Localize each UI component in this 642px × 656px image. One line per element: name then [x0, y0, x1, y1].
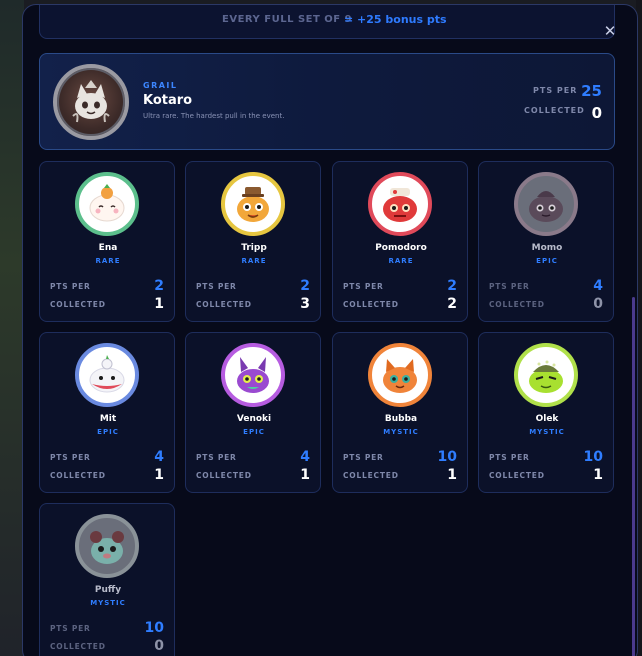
tripp-creature-icon — [237, 187, 269, 222]
card-tier: MYSTIC — [529, 428, 565, 436]
grail-pts-label: PTS PER — [533, 86, 578, 95]
grail-pts-value: 25 — [581, 82, 602, 100]
pts-per-label: PTS PER — [50, 624, 91, 633]
olek-avatar — [514, 343, 578, 407]
momo-avatar — [514, 172, 578, 236]
card-name: Ena — [98, 243, 118, 253]
grail-card[interactable]: GRAIL Kotaro Ultra rare. The hardest pul… — [39, 53, 615, 150]
pts-per-label: PTS PER — [196, 282, 237, 291]
card-bubba[interactable]: Bubba MYSTIC PTS PER COLLECTED 10 1 — [332, 332, 468, 493]
card-tripp[interactable]: Tripp RARE PTS PER COLLECTED 2 3 — [185, 161, 321, 322]
card-tier: RARE — [95, 257, 121, 265]
card-tier: EPIC — [97, 428, 119, 436]
grail-description: Ultra rare. The hardest pull in the even… — [143, 112, 285, 120]
collected-value: 2 — [447, 296, 457, 312]
card-name: Venoki — [236, 414, 272, 424]
pts-per-value: 4 — [154, 449, 164, 465]
pts-per-value: 2 — [300, 278, 310, 294]
grail-collected-value: 0 — [591, 104, 602, 122]
card-tier: RARE — [241, 257, 267, 265]
ena-creature-icon — [89, 184, 125, 222]
card-ena[interactable]: Ena RARE PTS PER COLLECTED 2 1 — [39, 161, 175, 322]
pts-per-label: PTS PER — [489, 282, 530, 291]
pts-per-label: PTS PER — [343, 453, 384, 462]
collected-label: COLLECTED — [50, 642, 106, 651]
collected-value: 1 — [447, 467, 457, 483]
card-mit[interactable]: Mit EPIC PTS PER COLLECTED 4 1 — [39, 332, 175, 493]
pts-per-value: 2 — [154, 278, 164, 294]
close-button[interactable]: ✕ — [601, 22, 619, 40]
collected-label: COLLECTED — [343, 300, 399, 309]
pts-per-value: 10 — [583, 449, 603, 465]
puffy-avatar — [75, 514, 139, 578]
bubba-avatar — [368, 343, 432, 407]
collected-value: 1 — [154, 467, 164, 483]
pts-per-value: 10 — [144, 620, 164, 636]
card-name: Mit — [99, 414, 117, 424]
collected-label: COLLECTED — [489, 471, 545, 480]
pts-per-value: 4 — [300, 449, 310, 465]
pts-per-value: 4 — [593, 278, 603, 294]
card-tier: EPIC — [536, 257, 558, 265]
card-name: Momo — [531, 243, 563, 253]
card-puffy[interactable]: Puffy MYSTIC PTS PER COLLECTED 10 0 — [39, 503, 175, 656]
grail-tier-label: GRAIL — [143, 81, 178, 90]
background-left — [0, 0, 24, 656]
collected-value: 0 — [154, 638, 164, 654]
puffy-creature-icon — [90, 531, 124, 564]
card-name: Pomodoro — [375, 243, 427, 253]
pts-per-label: PTS PER — [343, 282, 384, 291]
collected-value: 1 — [154, 296, 164, 312]
card-pomodoro[interactable]: Pomodoro RARE PTS PER COLLECTED 2 2 — [332, 161, 468, 322]
collected-value: 3 — [300, 296, 310, 312]
card-tier: MYSTIC — [383, 428, 419, 436]
olek-creature-icon — [529, 360, 563, 393]
card-olek[interactable]: Olek MYSTIC PTS PER COLLECTED 10 1 — [478, 332, 614, 493]
card-tier: EPIC — [243, 428, 265, 436]
card-name: Tripp — [241, 243, 267, 253]
collection-modal: EVERY FULL SET OF 9 = +25 bonus pts ✕ GR… — [22, 4, 638, 656]
collected-label: COLLECTED — [343, 471, 399, 480]
pts-per-value: 10 — [437, 449, 457, 465]
pts-per-label: PTS PER — [489, 453, 530, 462]
bubba-creature-icon — [383, 359, 417, 393]
collected-label: COLLECTED — [50, 300, 106, 309]
pts-per-label: PTS PER — [50, 282, 91, 291]
collected-value: 1 — [300, 467, 310, 483]
collected-label: COLLECTED — [196, 471, 252, 480]
momo-creature-icon — [529, 191, 563, 222]
card-name: Puffy — [94, 585, 122, 595]
collected-value: 1 — [593, 467, 603, 483]
card-venoki[interactable]: Venoki EPIC PTS PER COLLECTED 4 1 — [185, 332, 321, 493]
pts-per-value: 2 — [447, 278, 457, 294]
pomodoro-creature-icon — [383, 188, 417, 222]
tripp-avatar — [221, 172, 285, 236]
pomodoro-avatar — [368, 172, 432, 236]
grail-name: Kotaro — [143, 93, 193, 108]
pts-per-label: PTS PER — [50, 453, 91, 462]
card-name: Olek — [535, 414, 559, 424]
kotaro-avatar — [53, 64, 129, 140]
set-bonus-text: EVERY FULL SET OF 9 — [222, 14, 353, 25]
pts-per-label: PTS PER — [196, 453, 237, 462]
venoki-creature-icon — [237, 357, 269, 393]
mit-avatar — [75, 343, 139, 407]
card-name: Bubba — [384, 414, 418, 424]
scrollbar-thumb[interactable] — [632, 297, 635, 656]
ena-avatar — [75, 172, 139, 236]
mit-creature-icon — [89, 355, 125, 393]
kotaro-creature-icon — [72, 80, 110, 123]
collected-label: COLLECTED — [50, 471, 106, 480]
close-icon: ✕ — [603, 22, 617, 40]
set-bonus-value: = +25 bonus pts — [344, 13, 447, 26]
card-momo[interactable]: Momo EPIC PTS PER COLLECTED 4 0 — [478, 161, 614, 322]
collected-value: 0 — [593, 296, 603, 312]
card-tier: RARE — [388, 257, 414, 265]
collected-label: COLLECTED — [196, 300, 252, 309]
collected-label: COLLECTED — [489, 300, 545, 309]
set-bonus-banner: EVERY FULL SET OF 9 = +25 bonus pts — [39, 5, 615, 39]
card-tier: MYSTIC — [90, 599, 126, 607]
venoki-avatar — [221, 343, 285, 407]
